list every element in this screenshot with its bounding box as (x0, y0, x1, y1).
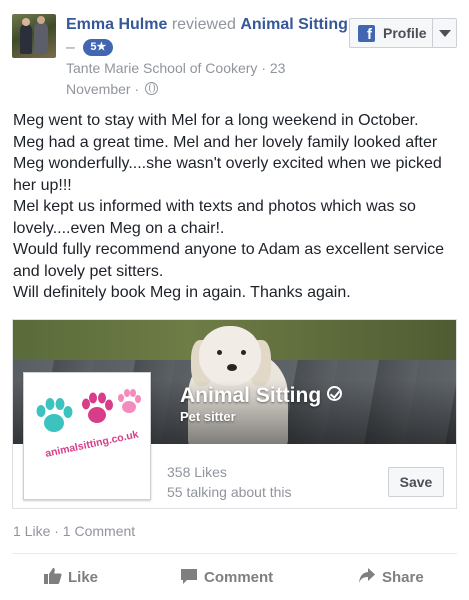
page-card-title[interactable]: Animal Sitting (180, 383, 343, 409)
avatar-head (37, 16, 45, 24)
author-avatar[interactable] (12, 14, 56, 58)
facebook-icon: f (358, 25, 375, 42)
divider (12, 553, 457, 554)
post-header: Emma Hulme reviewed Animal Sitting – 5★ (66, 13, 348, 59)
verified-check-icon (327, 386, 343, 401)
page-likes-count: 358 Likes (167, 464, 227, 480)
animal-sitting-logo: animalsitting.co.uk (36, 389, 141, 460)
page-profile-picture[interactable]: animalsitting.co.uk (23, 372, 151, 500)
review-line: Will definitely book Meg in again. Thank… (13, 284, 351, 301)
page-name-link[interactable]: Animal Sitting (240, 16, 348, 33)
paw-light-pink-icon (118, 389, 141, 413)
rating-badge: 5★ (83, 39, 114, 56)
avatar-figure (20, 24, 32, 54)
page-card-title-text: Animal Sitting (180, 384, 322, 407)
thumbs-up-icon (44, 568, 62, 584)
review-line: Mel kept us informed with texts and phot… (13, 198, 416, 237)
page-card[interactable]: Animal Sitting Pet sitter animalsitting.… (12, 319, 457, 509)
review-line: Meg went to stay with Mel for a long wee… (13, 112, 419, 129)
paw-teal-icon (36, 398, 73, 432)
share-button[interactable]: Share (358, 566, 424, 590)
like-button[interactable]: Like (44, 566, 98, 590)
page-talking-count: 55 talking about this (167, 484, 292, 500)
post-meta: Tante Marie School of Cookery · 23 Novem… (66, 58, 326, 100)
dog-eye (241, 350, 246, 355)
profile-button-label: Profile (383, 25, 427, 41)
profile-button-divider (432, 19, 433, 47)
avatar-head (22, 18, 30, 26)
share-icon (359, 568, 375, 583)
post-meta-text[interactable]: Tante Marie School of Cookery · 23 Novem… (66, 60, 285, 97)
like-label: Like (68, 569, 99, 586)
rating-dash: – (66, 39, 75, 56)
review-text: Meg went to stay with Mel for a long wee… (13, 110, 458, 304)
paw-pink-icon (82, 392, 113, 423)
review-line: Would fully recommend anyone to Adam as … (13, 241, 445, 280)
dog-head (199, 326, 261, 386)
comment-icon (181, 569, 197, 584)
save-button[interactable]: Save (388, 467, 444, 497)
globe-icon (145, 82, 159, 95)
review-verb: reviewed (171, 16, 236, 33)
share-label: Share (382, 569, 424, 586)
profile-button[interactable]: f Profile (349, 18, 457, 48)
logo-text: animalsitting.co.uk (44, 428, 140, 460)
author-name-link[interactable]: Emma Hulme (66, 16, 167, 33)
engagement-counts[interactable]: 1 Like · 1 Comment (13, 521, 135, 541)
dog-eye (217, 350, 222, 355)
chevron-down-icon[interactable] (439, 30, 451, 37)
comment-label: Comment (204, 569, 274, 586)
avatar-figure (34, 22, 48, 54)
comment-button[interactable]: Comment (180, 566, 273, 590)
page-category: Pet sitter (180, 409, 236, 424)
dog-nose (227, 364, 237, 371)
review-line: Meg had a great time. Mel and her lovely… (13, 133, 442, 194)
